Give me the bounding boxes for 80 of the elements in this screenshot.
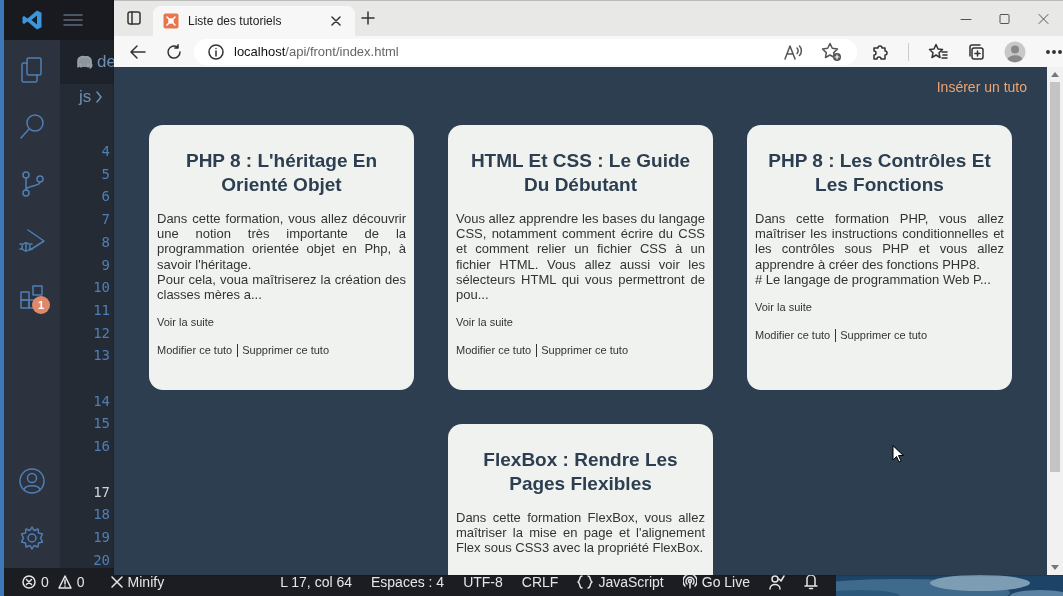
line-number: 7 — [101, 210, 110, 230]
favorite-add-icon[interactable] — [821, 41, 843, 62]
edit-link[interactable]: Modifier ce tuto — [157, 344, 233, 358]
account-icon[interactable] — [18, 466, 46, 495]
line-number: 10 — [93, 278, 110, 298]
logo-icon — [21, 9, 43, 31]
new-tab-icon[interactable] — [361, 11, 375, 25]
insert-link[interactable]: Insérer un tuto — [936, 79, 1027, 95]
read-aloud-icon[interactable] — [783, 42, 803, 61]
cursor-icon — [892, 445, 904, 463]
card-description: Dans cette formation PHP, vous allez maîtriser les instructions conditionnelles et les contrôles sous PHP et vous allez apprendre à créer des fonctions PHP8. # Le langage de programmation Web P... — [755, 211, 1004, 287]
person-icon[interactable] — [769, 574, 785, 590]
url-text: localhost/api/front/index.html — [234, 44, 400, 59]
info-icon — [208, 43, 224, 60]
line-number: 8 — [101, 232, 110, 252]
sidebar-icon[interactable] — [127, 11, 141, 25]
card-description: Dans cette formation FlexBox, vous allez maîtriser la mise en page et l'alignement Flex sous CSS3 avec la propriété FlexBox. — [456, 510, 705, 556]
address-bar[interactable]: localhost/api/front/index.html — [194, 38, 857, 65]
status-item[interactable]: L 17, col 64 — [280, 574, 352, 590]
line-number: 9 — [101, 255, 110, 275]
settings-icon[interactable] — [18, 523, 46, 552]
delete-link[interactable]: Supprimer ce tuto — [840, 329, 928, 342]
warning-icon[interactable] — [57, 575, 72, 589]
line-number: 16 — [93, 437, 110, 457]
read-more-link[interactable]: Voir la suite — [456, 316, 513, 330]
line-number: 12 — [93, 323, 110, 343]
problem-count[interactable]: 0 — [41, 574, 49, 590]
avatar-icon[interactable] — [1004, 40, 1026, 63]
close-icon[interactable] — [331, 16, 341, 26]
line-number: 5 — [101, 164, 110, 184]
read-more-link[interactable]: Voir la suite — [157, 316, 214, 330]
problem-count[interactable]: 0 — [76, 574, 85, 590]
browser-tab[interactable]: Liste des tutoriels — [153, 6, 355, 36]
back-icon[interactable] — [130, 44, 146, 59]
braces-icon[interactable] — [577, 575, 594, 589]
line-number: 15 — [93, 414, 110, 434]
scroll-down-icon — [1051, 565, 1059, 570]
status-item[interactable]: JavaScript — [598, 574, 664, 590]
line-number: 13 — [93, 346, 110, 366]
search-icon[interactable] — [18, 111, 46, 140]
extensions-icon[interactable] — [18, 282, 46, 311]
scrollbar[interactable] — [1047, 67, 1063, 575]
status-item[interactable]: UTF-8 — [463, 574, 503, 590]
scroll-up-icon — [1051, 72, 1059, 77]
line-number: 14 — [93, 391, 110, 411]
card-title: FlexBox : Rendre Les Pages Flexibles — [482, 448, 679, 496]
scroll-thumb[interactable] — [1050, 82, 1060, 472]
status-item[interactable]: Espaces : 4 — [371, 574, 445, 590]
reload-icon[interactable] — [166, 43, 182, 60]
chevron-icon — [95, 90, 104, 104]
broadcast-icon[interactable] — [682, 575, 697, 589]
card-title: PHP 8 : Les Contrôles Et Les Fonctions — [767, 149, 992, 197]
read-more-link[interactable]: Voir la suite — [755, 301, 812, 314]
collections-icon[interactable] — [967, 42, 985, 61]
breadcrumb[interactable]: js — [79, 87, 92, 107]
line-number: 19 — [93, 527, 110, 547]
status-item[interactable]: Go Live — [701, 574, 750, 590]
line-number: 4 — [101, 142, 110, 161]
edit-link[interactable]: Modifier ce tuto — [456, 344, 532, 358]
card-description: Dans cette formation, vous allez découvrir une notion très importante de la programmation orientée objet en Php, à savoir l'héritage. Pour cela, voua maîtriserez la création des classes mères a... — [157, 211, 406, 303]
favicon-icon — [163, 13, 179, 29]
notification-badge: 1 — [32, 296, 50, 314]
line-number: 6 — [101, 187, 110, 207]
card-title: HTML Et CSS : Le Guide Du Débutant — [469, 149, 692, 197]
delete-link[interactable]: Supprimer ce tuto — [242, 344, 330, 358]
line-number: 18 — [93, 505, 110, 525]
line-number: 20 — [93, 550, 110, 568]
puzzle-icon[interactable] — [871, 42, 889, 61]
card-description: Vous allez apprendre les bases du langage CSS, notamment comment écrire du CSS et comment relier un fichier CSS à un fichier HTML. Vous allez aussi voir les sélecteurs HTML qui vous permettront de pou... — [456, 211, 705, 303]
error-icon[interactable] — [22, 575, 36, 589]
status-item[interactable]: CRLF — [521, 574, 559, 590]
status-item[interactable]: Minify — [127, 574, 165, 590]
more-icon[interactable] — [1045, 48, 1063, 55]
bell-icon[interactable] — [804, 574, 818, 590]
line-number: 11 — [93, 300, 110, 320]
delete-link[interactable]: Supprimer ce tuto — [541, 344, 629, 358]
edit-link[interactable]: Modifier ce tuto — [755, 329, 831, 342]
card-title: PHP 8 : L'héritage En Orienté Objet — [184, 149, 379, 197]
line-number: 17 — [93, 482, 110, 502]
favorites-icon[interactable] — [928, 42, 948, 61]
